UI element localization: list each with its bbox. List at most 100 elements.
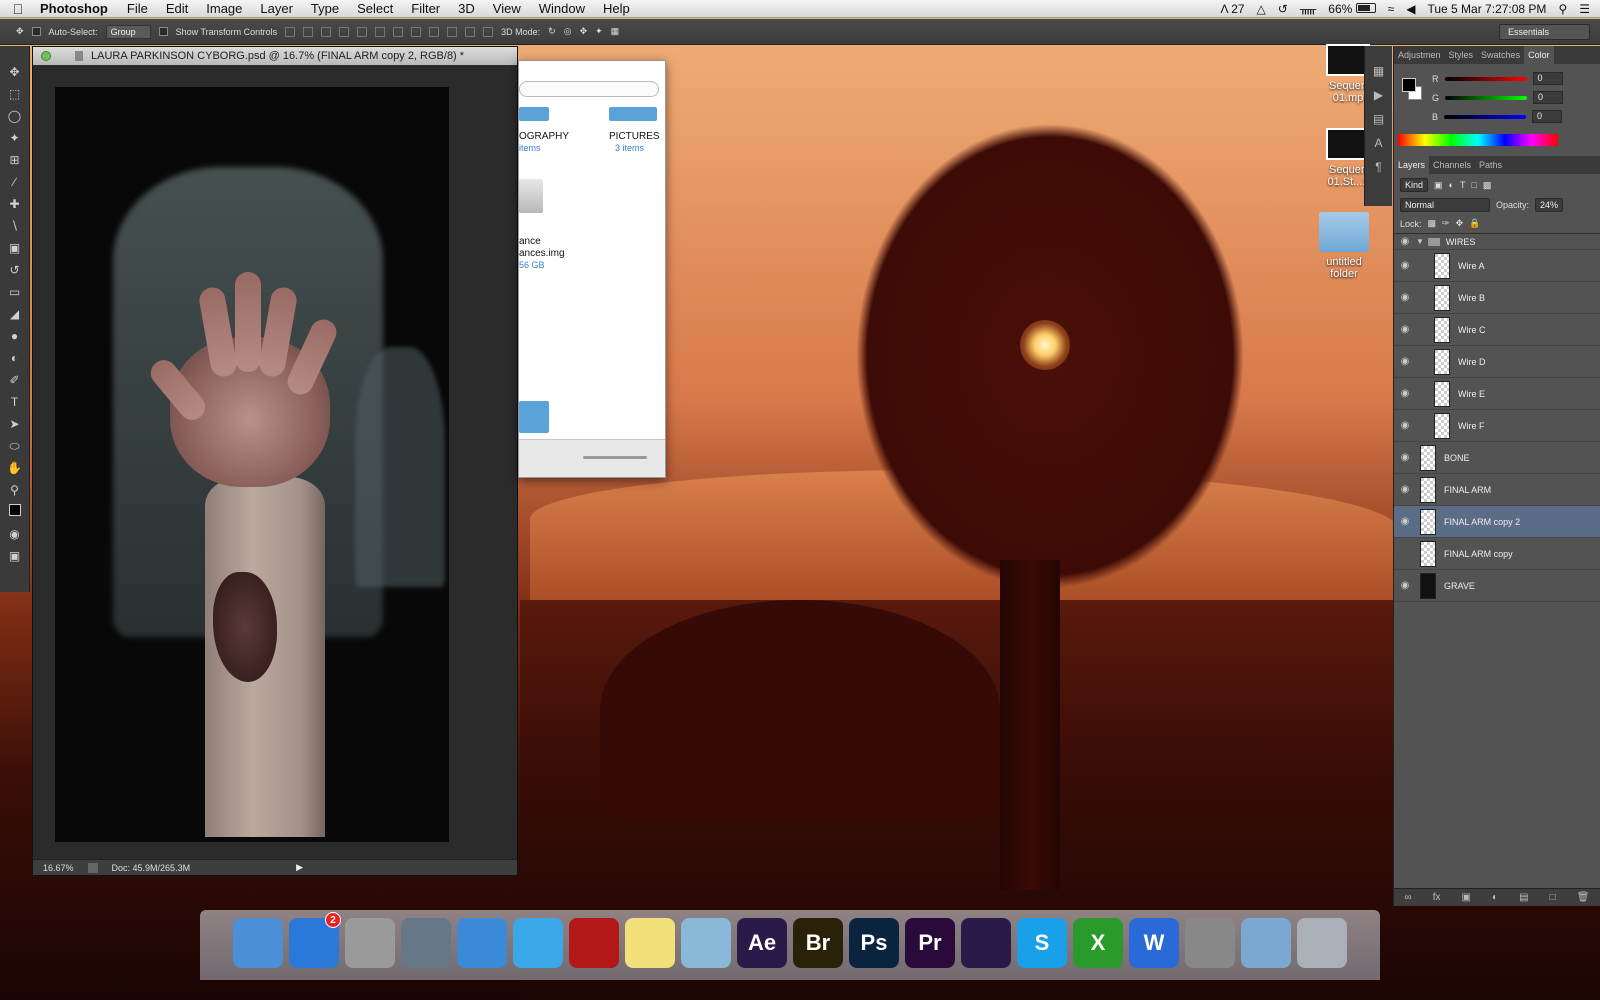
- menu-filter[interactable]: Filter: [402, 1, 449, 16]
- crop-tool-icon[interactable]: ⊞: [5, 152, 25, 169]
- menu-view[interactable]: View: [484, 1, 530, 16]
- dock-stickies-icon[interactable]: [625, 918, 675, 968]
- layer-name[interactable]: Wire D: [1458, 357, 1486, 367]
- visibility-eye-icon[interactable]: ◉: [1394, 516, 1416, 527]
- lock-position-icon[interactable]: ✥: [1456, 218, 1464, 229]
- color-spectrum[interactable]: [1398, 134, 1558, 146]
- distribute-bottom-icon[interactable]: [429, 26, 440, 37]
- dock-premiere-icon[interactable]: Pr: [905, 918, 955, 968]
- zoom-tool-icon[interactable]: ⚲: [5, 482, 25, 499]
- dock-excel-icon[interactable]: X: [1073, 918, 1123, 968]
- filter-pixel-icon[interactable]: ▣: [1434, 180, 1443, 191]
- canvas-area[interactable]: [33, 65, 517, 859]
- paint-bucket-tool-icon[interactable]: ◢: [5, 306, 25, 323]
- layer-group-row[interactable]: ◉ ▼ WIRES: [1394, 234, 1600, 250]
- folder-icon[interactable]: [519, 401, 549, 433]
- magic-wand-tool-icon[interactable]: ✦: [5, 130, 25, 147]
- align-bottom-icon[interactable]: [321, 26, 332, 37]
- filter-type-icon[interactable]: T: [1460, 180, 1466, 190]
- visibility-eye-icon[interactable]: ◉: [1394, 580, 1416, 591]
- layer-name[interactable]: Wire B: [1458, 293, 1485, 303]
- clone-stamp-tool-icon[interactable]: ▣: [5, 240, 25, 257]
- layer-row[interactable]: ◉ Wire A: [1394, 250, 1600, 282]
- layer-name[interactable]: GRAVE: [1444, 581, 1475, 591]
- ellipse-tool-icon[interactable]: ⬭: [5, 438, 25, 455]
- path-selection-tool-icon[interactable]: ➤: [5, 416, 25, 433]
- tab-paths[interactable]: Paths: [1475, 156, 1506, 174]
- lock-image-icon[interactable]: ✑: [1442, 218, 1450, 229]
- finder-search-field[interactable]: [519, 81, 659, 97]
- quick-mask-icon[interactable]: ◉: [5, 526, 25, 543]
- marquee-tool-icon[interactable]: ⬚: [5, 86, 25, 103]
- dock-finder-icon[interactable]: [233, 918, 283, 968]
- visibility-eye-icon[interactable]: ◉: [1394, 548, 1416, 559]
- tab-color[interactable]: Color: [1524, 46, 1554, 64]
- folder-pictures-label[interactable]: PICTURES: [609, 131, 660, 142]
- new-layer-icon[interactable]: □: [1550, 892, 1556, 903]
- layer-name[interactable]: FINAL ARM copy 2: [1444, 517, 1520, 527]
- auto-select-dropdown[interactable]: Group: [105, 24, 151, 39]
- red-slider[interactable]: [1444, 76, 1527, 81]
- history-brush-tool-icon[interactable]: ↺: [5, 262, 25, 279]
- visibility-eye-icon[interactable]: ◉: [1394, 356, 1416, 367]
- blend-mode-dropdown[interactable]: Normal: [1400, 198, 1490, 212]
- desktop-item-untitled-folder[interactable]: untitled folder: [1314, 212, 1374, 280]
- green-value-field[interactable]: 0: [1533, 91, 1564, 104]
- opacity-field[interactable]: 24%: [1535, 198, 1564, 212]
- menu-image[interactable]: Image: [197, 1, 251, 16]
- folder-photography-icon[interactable]: [519, 107, 549, 121]
- artwork-canvas[interactable]: [55, 87, 449, 842]
- layer-row[interactable]: ◉ GRAVE: [1394, 570, 1600, 602]
- pen-tool-icon[interactable]: ✐: [5, 372, 25, 389]
- hand-tool-icon[interactable]: ✋: [5, 460, 25, 477]
- dock-preview-icon[interactable]: [681, 918, 731, 968]
- properties-panel-icon[interactable]: ▤: [1373, 112, 1384, 126]
- dock-word-icon[interactable]: W: [1129, 918, 1179, 968]
- layer-row[interactable]: ◉ Wire D: [1394, 346, 1600, 378]
- group-expand-arrow-icon[interactable]: ▼: [1416, 237, 1424, 246]
- move-tool-icon[interactable]: ✥: [16, 26, 24, 37]
- visibility-eye-icon[interactable]: ◉: [1394, 484, 1416, 495]
- lock-all-icon[interactable]: 🔒: [1469, 218, 1480, 229]
- app-name-menu[interactable]: Photoshop: [36, 1, 118, 16]
- dock-downloads-folder-icon[interactable]: [1241, 918, 1291, 968]
- visibility-eye-icon[interactable]: ◉: [1394, 452, 1416, 463]
- blue-value-field[interactable]: 0: [1532, 110, 1563, 123]
- filter-adjustment-icon[interactable]: ◐: [1449, 180, 1454, 190]
- type-tool-icon[interactable]: T: [5, 394, 25, 411]
- 3d-pan-icon[interactable]: ✥: [580, 26, 588, 37]
- new-group-icon[interactable]: ▤: [1519, 892, 1528, 903]
- eyedropper-tool-icon[interactable]: ∕: [5, 174, 25, 191]
- tab-layers[interactable]: Layers: [1394, 156, 1430, 174]
- layer-row[interactable]: ◉ FINAL ARM copy 2: [1394, 506, 1600, 538]
- notification-center-icon[interactable]: ☰: [1579, 2, 1590, 16]
- align-left-icon[interactable]: [339, 26, 350, 37]
- delete-layer-icon[interactable]: 🗑: [1577, 892, 1590, 903]
- disk-image-name-1[interactable]: ance: [519, 236, 541, 247]
- tab-swatches[interactable]: Swatches: [1477, 46, 1524, 64]
- tab-channels[interactable]: Channels: [1429, 156, 1475, 174]
- zoom-level[interactable]: 16.67%: [43, 863, 74, 873]
- green-slider[interactable]: [1445, 95, 1528, 100]
- blur-tool-icon[interactable]: ●: [5, 328, 25, 345]
- 3d-slide-icon[interactable]: ✦: [595, 26, 603, 37]
- brush-tool-icon[interactable]: ∖: [5, 218, 25, 235]
- layer-row[interactable]: ◉ FINAL ARM: [1394, 474, 1600, 506]
- spotlight-search-icon[interactable]: ⚲: [1558, 2, 1567, 16]
- layer-row[interactable]: ◉ Wire E: [1394, 378, 1600, 410]
- tab-styles[interactable]: Styles: [1445, 46, 1478, 64]
- dock-iphoto-icon[interactable]: [401, 918, 451, 968]
- 3d-rotate-icon[interactable]: ↻: [548, 26, 556, 37]
- apple-icon[interactable]: : [0, 1, 36, 17]
- lasso-tool-icon[interactable]: ◯: [5, 108, 25, 125]
- clock[interactable]: Tue 5 Mar 7:27:08 PM: [1427, 2, 1546, 16]
- layer-name[interactable]: Wire E: [1458, 389, 1485, 399]
- drive-icon[interactable]: △: [1257, 2, 1266, 16]
- align-right-icon[interactable]: [375, 26, 386, 37]
- menu-window[interactable]: Window: [530, 1, 594, 16]
- 3d-scale-icon[interactable]: ▦: [611, 26, 620, 37]
- filter-smart-object-icon[interactable]: ▩: [1483, 180, 1492, 191]
- visibility-eye-icon[interactable]: ◉: [1394, 388, 1416, 399]
- move-tool-icon[interactable]: ✥: [5, 64, 25, 81]
- time-machine-icon[interactable]: ↺: [1278, 2, 1288, 16]
